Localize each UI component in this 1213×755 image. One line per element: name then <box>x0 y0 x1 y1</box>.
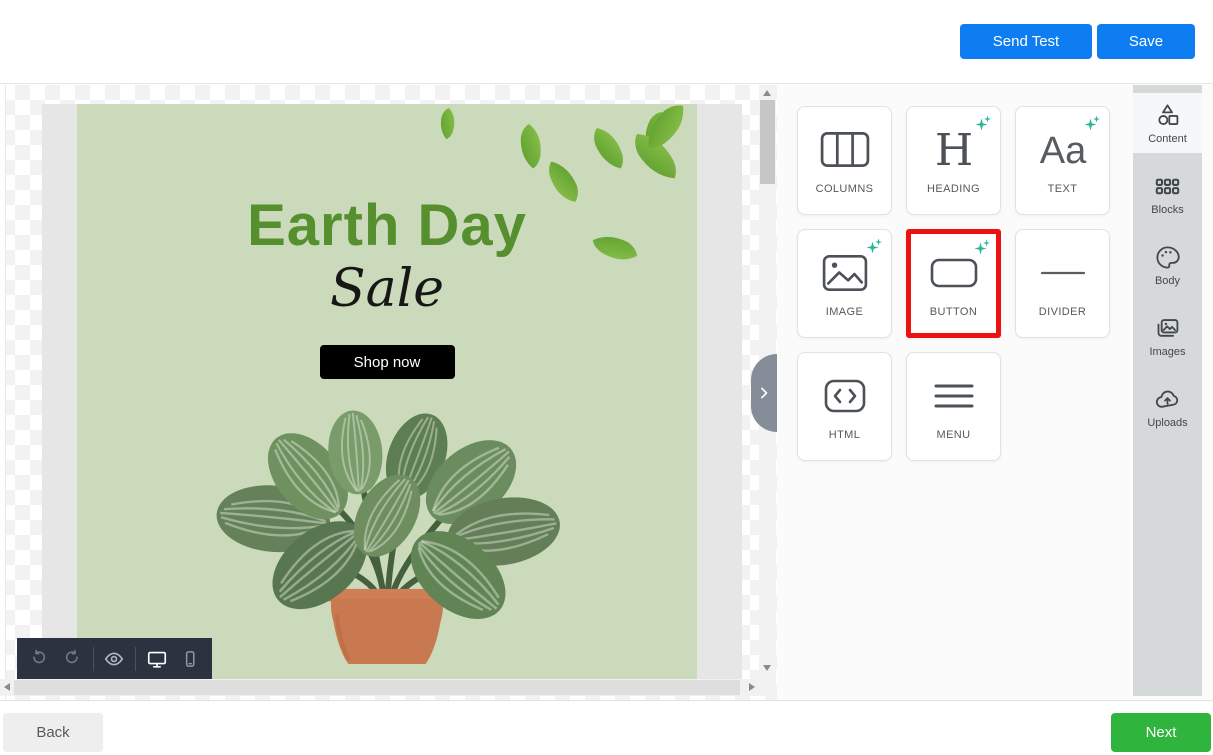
sidebar-tab-uploads[interactable]: Uploads <box>1133 377 1202 437</box>
upload-cloud-icon <box>1154 386 1181 413</box>
tile-label: TEXT <box>1048 183 1078 195</box>
tile-label: IMAGE <box>826 306 863 318</box>
sidebar-tab-blocks[interactable]: Blocks <box>1133 164 1202 224</box>
tile-label: MENU <box>937 429 971 441</box>
scrollbar-corner <box>759 679 776 696</box>
sidebar-tab-label: Uploads <box>1147 417 1187 429</box>
toolbar-divider <box>93 647 94 671</box>
html-icon <box>823 373 867 419</box>
svg-text:Aa: Aa <box>1039 130 1086 171</box>
topbar-actions: Send Test Save <box>960 24 1195 59</box>
undo-icon <box>29 649 49 669</box>
ai-sparkle-icon <box>974 239 991 255</box>
image-icon <box>822 250 868 296</box>
chevron-right-icon <box>754 383 774 403</box>
canvas-toolbar <box>17 638 212 680</box>
svg-text:H: H <box>934 127 972 173</box>
block-tile-divider[interactable]: DIVIDER <box>1015 229 1110 338</box>
shop-now-button[interactable]: Shop now <box>320 345 455 379</box>
plant-image[interactable] <box>209 405 565 664</box>
mobile-icon <box>180 649 200 669</box>
text-icon: Aa <box>1032 127 1094 173</box>
heading-icon: H <box>932 127 976 173</box>
tile-label: HEADING <box>927 183 980 195</box>
preview-button[interactable] <box>103 647 127 671</box>
palette-icon <box>1154 244 1181 271</box>
editor-sidebar: Content Blocks <box>1133 85 1202 696</box>
email-preview[interactable]: Earth Day Sale Shop now <box>77 104 697 679</box>
back-button[interactable]: Back <box>3 713 103 752</box>
horizontal-scroll-thumb[interactable] <box>14 680 740 695</box>
sidebar-tab-label: Blocks <box>1151 204 1183 216</box>
tile-label: HTML <box>829 429 861 441</box>
desktop-icon <box>146 648 168 670</box>
email-canvas[interactable]: Earth Day Sale Shop now <box>0 85 777 700</box>
button-icon <box>930 250 978 296</box>
tile-label: DIVIDER <box>1039 306 1086 318</box>
panel-collapse-handle[interactable] <box>751 354 777 432</box>
email-heading[interactable]: Earth Day <box>77 192 697 259</box>
toolbar-divider <box>135 647 136 671</box>
block-tile-text[interactable]: Aa TEXT <box>1015 106 1110 215</box>
tile-label: COLUMNS <box>816 183 874 195</box>
next-button[interactable]: Next <box>1111 713 1211 752</box>
block-tile-menu[interactable]: MENU <box>906 352 1001 461</box>
mobile-view-button[interactable] <box>178 647 202 671</box>
columns-icon <box>820 127 870 173</box>
save-button[interactable]: Save <box>1097 24 1195 59</box>
undo-button[interactable] <box>27 647 51 671</box>
ai-sparkle-icon <box>866 238 883 254</box>
sidebar-tab-label: Images <box>1149 346 1185 358</box>
scroll-up-arrow[interactable] <box>763 90 771 96</box>
block-tile-heading[interactable]: H HEADING <box>906 106 1001 215</box>
scroll-right-arrow[interactable] <box>749 683 755 691</box>
sidebar-tab-content[interactable]: Content <box>1133 93 1202 153</box>
bottom-bar: Back Next <box>0 700 1213 755</box>
email-builder-app: Send Test Save <box>0 0 1213 755</box>
sidebar-tab-body[interactable]: Body <box>1133 235 1202 295</box>
vertical-scroll-thumb[interactable] <box>760 100 775 184</box>
block-tile-button[interactable]: BUTTON <box>906 229 1001 338</box>
top-toolbar: Send Test Save <box>0 0 1213 84</box>
block-tile-image[interactable]: IMAGE <box>797 229 892 338</box>
menu-icon <box>934 373 974 419</box>
ai-sparkle-icon <box>975 115 992 131</box>
scroll-down-arrow[interactable] <box>763 665 771 671</box>
send-test-button[interactable]: Send Test <box>960 24 1092 59</box>
email-subheading[interactable]: Sale <box>77 259 697 319</box>
block-tile-html[interactable]: HTML <box>797 352 892 461</box>
sidebar-tab-label: Body <box>1155 275 1180 287</box>
block-tile-columns[interactable]: COLUMNS <box>797 106 892 215</box>
desktop-view-button[interactable] <box>145 647 169 671</box>
preview-eye-icon <box>103 648 125 670</box>
divider-icon <box>1040 250 1086 296</box>
content-blocks-panel: COLUMNS H HEADING Aa <box>777 85 1213 700</box>
shapes-icon <box>1154 102 1181 129</box>
block-tiles-grid: COLUMNS H HEADING Aa <box>797 106 1110 461</box>
ai-sparkle-icon <box>1084 115 1101 131</box>
redo-button[interactable] <box>60 647 84 671</box>
sidebar-tab-label: Content <box>1148 133 1187 145</box>
sidebar-tab-images[interactable]: Images <box>1133 306 1202 366</box>
email-stage: Earth Day Sale Shop now <box>42 104 742 679</box>
images-icon <box>1154 315 1181 342</box>
redo-icon <box>62 649 82 669</box>
horizontal-scrollbar[interactable] <box>0 679 759 696</box>
tile-label: BUTTON <box>930 306 977 318</box>
main-area: Earth Day Sale Shop now <box>0 85 1213 700</box>
blocks-grid-icon <box>1154 173 1181 200</box>
scroll-left-arrow[interactable] <box>4 683 10 691</box>
